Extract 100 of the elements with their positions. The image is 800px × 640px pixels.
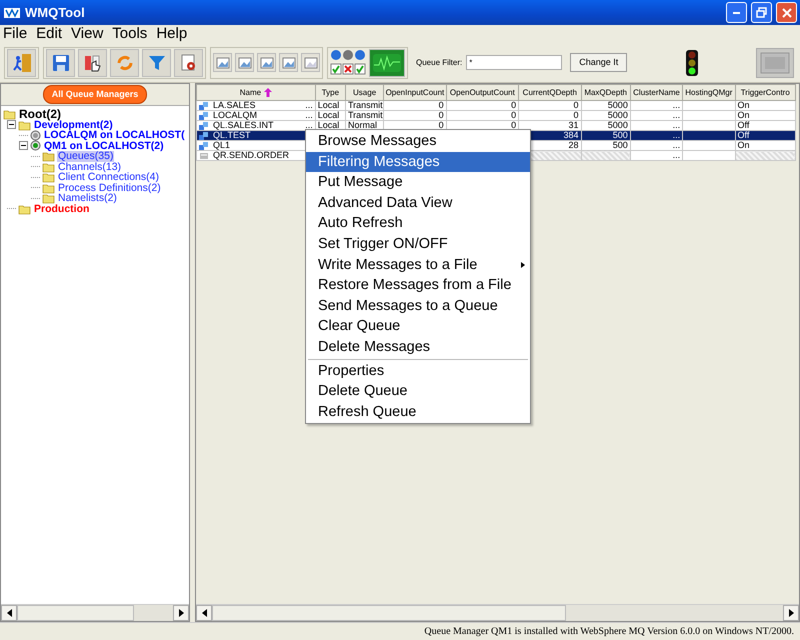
column-header[interactable]: Usage — [345, 84, 384, 100]
view-button[interactable] — [213, 53, 232, 72]
menu-item[interactable]: Write Messages to a File — [306, 254, 530, 276]
waveform-icon — [372, 52, 402, 72]
filter-label: Queue Filter: — [416, 56, 462, 68]
menu-item[interactable]: Put Message — [306, 172, 530, 193]
column-header[interactable]: MaxQDepth — [581, 84, 630, 100]
screen-icon — [760, 52, 790, 74]
status-lights-icon — [330, 48, 366, 76]
chart-icon — [238, 56, 252, 70]
folder-icon — [42, 192, 55, 204]
queue-icon — [199, 111, 209, 120]
tree-item[interactable]: Process Definitions(2) — [57, 182, 162, 193]
table-cell[interactable]: LA.SALES ... — [196, 100, 316, 110]
menu-item[interactable]: Refresh Queue — [306, 402, 530, 422]
filter-button[interactable] — [142, 48, 171, 76]
menu-item[interactable]: Edit — [36, 25, 62, 43]
collapse-icon — [19, 141, 28, 150]
column-header[interactable]: OpenOutputCount — [446, 84, 519, 100]
scrollbar-thumb[interactable] — [212, 605, 566, 621]
tree-item[interactable]: Root(2) — [18, 109, 62, 120]
menu-item[interactable]: Properties — [306, 360, 530, 382]
column-header[interactable]: ClusterName — [630, 84, 683, 100]
traffic-light-icon — [684, 50, 699, 76]
right-arrow-icon — [788, 609, 794, 617]
queue-icon — [199, 121, 209, 130]
menu-item[interactable]: Restore Messages from a File — [306, 275, 530, 296]
queue-icon — [199, 141, 209, 150]
tree-item[interactable]: Development(2) — [33, 120, 114, 130]
view-button[interactable] — [279, 53, 298, 72]
tree-item[interactable]: Client Connections(4) — [57, 172, 160, 182]
maximize-button[interactable] — [751, 2, 772, 23]
column-header[interactable]: CurrentQDepth — [518, 84, 581, 100]
menu-item[interactable]: View — [71, 25, 104, 43]
status-bar-text: Queue Manager QM1 is installed with WebSphere MQ Version 6.0.0 on Windows NT/2000. — [0, 622, 800, 640]
hand-pointer-icon — [82, 52, 102, 72]
column-header[interactable]: HostingQMgr — [682, 84, 736, 100]
settings-button[interactable] — [174, 48, 203, 76]
scroll-right-button[interactable] — [173, 605, 189, 621]
folder-icon — [42, 150, 55, 162]
tree-item[interactable]: QM1 on LOCALHOST(2) — [43, 140, 165, 151]
menu-item[interactable]: Send Messages to a Queue — [306, 296, 530, 316]
minimize-icon — [733, 12, 740, 14]
collapse-icon — [7, 120, 16, 130]
column-header[interactable]: Type — [315, 84, 346, 100]
table-cell[interactable]: LOCALQM ... — [196, 110, 316, 120]
queue-icon — [199, 151, 209, 160]
chart-icon — [216, 56, 230, 70]
app-icon — [3, 6, 21, 20]
door-icon — [10, 52, 32, 74]
select-button[interactable] — [78, 48, 107, 76]
filter-field[interactable]: * — [466, 55, 562, 70]
folder-icon — [42, 171, 55, 184]
tree-item[interactable]: Queues(35) — [57, 151, 114, 162]
menu-item[interactable]: Auto Refresh — [306, 213, 530, 234]
tree-item[interactable]: Production — [33, 204, 90, 214]
folder-icon — [42, 182, 55, 194]
view-button[interactable] — [257, 53, 276, 72]
queue-icon — [199, 131, 209, 140]
maximize-icon — [756, 6, 768, 18]
tree-item[interactable]: LOCALQM on LOCALHOST( — [43, 130, 186, 140]
menu-item[interactable]: Advanced Data View — [306, 192, 530, 214]
chart-icon — [260, 56, 274, 70]
scroll-left-button[interactable] — [196, 605, 212, 621]
menu-item[interactable]: Delete Messages — [306, 336, 530, 358]
view-button[interactable] — [235, 53, 254, 72]
menu-item[interactable]: Delete Queue — [306, 381, 530, 402]
scroll-left-button[interactable] — [1, 605, 17, 621]
folder-icon — [18, 118, 31, 131]
column-header[interactable]: TriggerContro — [735, 84, 796, 100]
chart-icon — [304, 56, 318, 70]
menu-item[interactable]: File — [3, 25, 28, 43]
right-arrow-icon — [178, 609, 184, 617]
change-it-button[interactable]: Change It — [570, 52, 628, 72]
scrollbar-thumb[interactable] — [17, 605, 134, 621]
minimize-button[interactable] — [726, 2, 747, 23]
folder-icon — [42, 160, 55, 173]
left-arrow-icon — [6, 609, 12, 617]
left-arrow-icon — [202, 609, 206, 617]
folder-icon — [3, 108, 16, 120]
menu-item[interactable]: Help — [156, 25, 188, 43]
window-title: WMQTool — [25, 4, 86, 22]
menu-item[interactable]: Clear Queue — [306, 316, 530, 337]
menu-item[interactable]: Tools — [112, 25, 148, 43]
view-button[interactable] — [301, 53, 320, 72]
save-button[interactable] — [46, 48, 75, 76]
close-button[interactable] — [776, 2, 797, 23]
folder-icon — [18, 202, 31, 215]
sort-ascending-icon — [264, 88, 272, 97]
scroll-right-button[interactable] — [783, 605, 799, 621]
column-header[interactable]: OpenInputCount — [384, 84, 446, 100]
queue-icon — [199, 101, 209, 110]
menu-item[interactable]: Filtering Messages — [306, 152, 530, 172]
tree-item[interactable]: Channels(13) — [57, 162, 122, 172]
tree-item[interactable]: Namelists(2) — [57, 193, 118, 204]
menu-item[interactable]: Set Trigger ON/OFF — [306, 234, 530, 255]
monitor-button[interactable] — [369, 48, 405, 76]
column-header[interactable]: Name — [196, 84, 316, 100]
chart-icon — [282, 56, 296, 70]
close-icon — [780, 6, 792, 18]
